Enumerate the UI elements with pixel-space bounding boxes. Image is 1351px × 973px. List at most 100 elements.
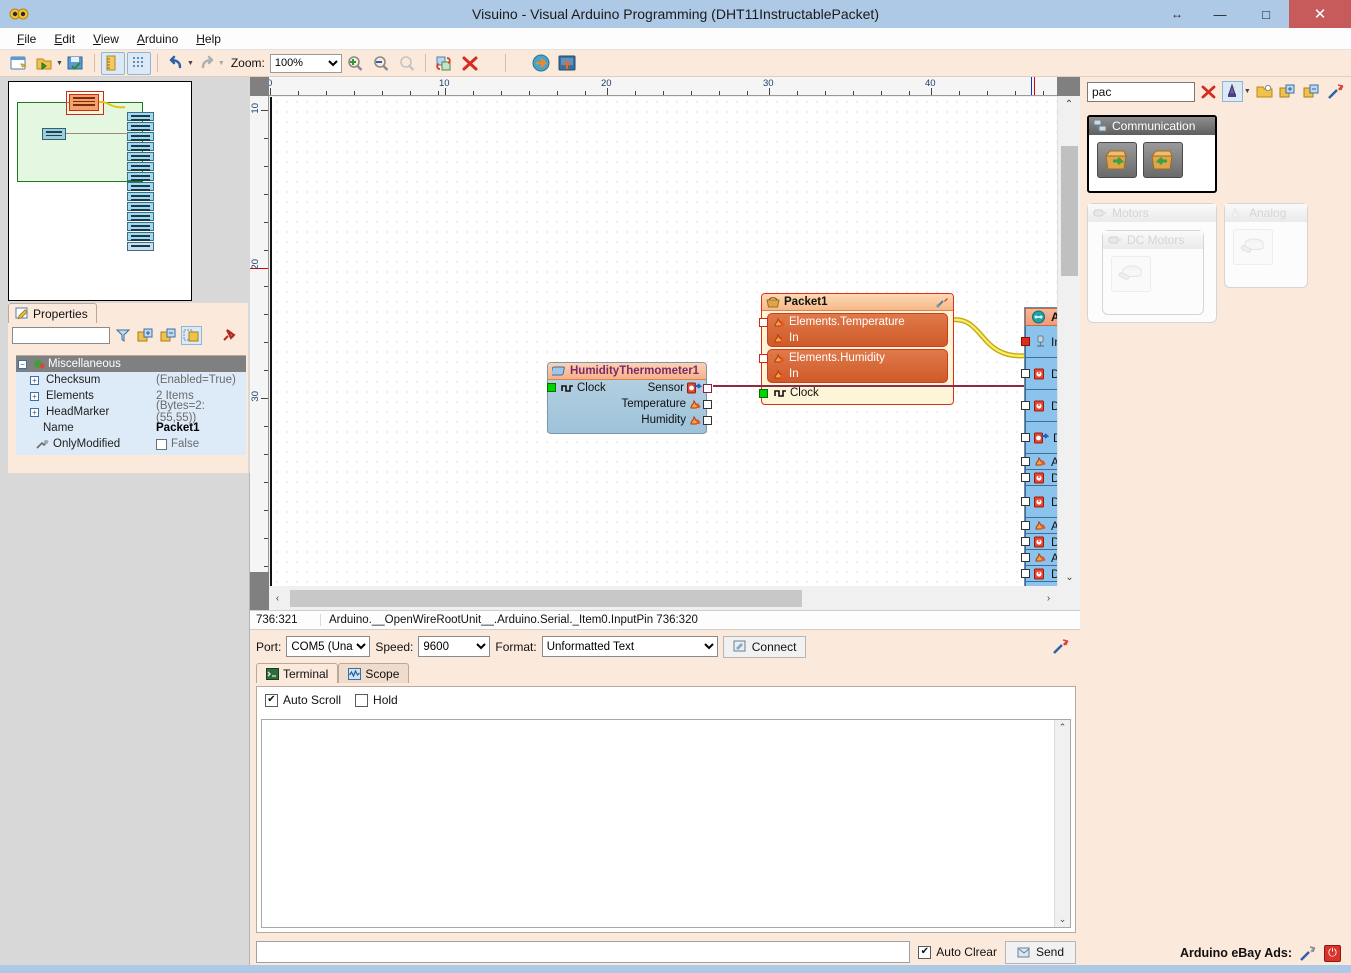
property-row-name[interactable]: Name Packet1	[16, 420, 246, 436]
arduino-pin-row[interactable]: Digit	[1025, 358, 1057, 390]
open-folder-icon[interactable]	[1254, 81, 1275, 102]
component-humiditythermometer1[interactable]: HumidityThermometer1 Clock Sensor	[547, 362, 707, 434]
property-row-checksum[interactable]: +Checksum (Enabled=True)	[16, 372, 246, 388]
expander-icon[interactable]: +	[30, 376, 39, 385]
scroll-right-icon[interactable]: ›	[1040, 593, 1057, 604]
format-select[interactable]: Unformatted Text	[542, 636, 718, 657]
pin-icon[interactable]	[218, 326, 239, 345]
property-row-onlymodified[interactable]: OnlyModified False	[16, 436, 246, 452]
close-button[interactable]: ✕	[1289, 0, 1351, 28]
compile-icon[interactable]	[529, 52, 553, 75]
new-project-icon[interactable]	[7, 52, 31, 75]
tab-scope[interactable]: Scope	[338, 663, 409, 683]
band-pin-row[interactable]: In	[768, 330, 947, 346]
arduino-pin-row[interactable]: Digit	[1025, 486, 1057, 518]
temperature-output-pin[interactable]	[703, 400, 712, 409]
humidity-output-pin[interactable]	[703, 416, 712, 425]
tab-properties[interactable]: Properties	[8, 303, 97, 323]
maximize-button[interactable]: □	[1243, 0, 1289, 28]
terminal-scroll-down-icon[interactable]: ⌄	[1059, 914, 1067, 925]
zoom-select[interactable]: 100%	[270, 54, 342, 73]
digital-pin[interactable]	[1021, 369, 1030, 378]
packet-element-temperature[interactable]: Elements.Temperature In	[767, 313, 948, 347]
digital-pin[interactable]	[1021, 569, 1030, 578]
humidity-temperature-row[interactable]: Temperature	[548, 396, 706, 412]
vertical-scroll-thumb[interactable]	[1061, 146, 1078, 276]
humidity-humidity-row[interactable]: Humidity	[548, 412, 706, 428]
canvas-horizontal-scrollbar[interactable]: ‹ ›	[269, 586, 1057, 610]
arduino-pin-row[interactable]: Digit	[1025, 534, 1057, 550]
group-expander-icon[interactable]: −	[18, 360, 27, 369]
terminal-text[interactable]	[262, 720, 1054, 927]
scroll-up-icon[interactable]: ⌃	[1058, 96, 1080, 113]
digital-pin[interactable]	[1021, 497, 1030, 506]
category-analog[interactable]: Analog	[1224, 203, 1308, 288]
arduino-pin-row[interactable]: Digit	[1025, 470, 1057, 486]
component-header[interactable]: HumidityThermometer1	[548, 363, 706, 380]
arduino-header[interactable]: Ard	[1025, 308, 1057, 326]
power-icon[interactable]: ⏻	[1324, 945, 1341, 962]
connect-button[interactable]: Connect	[723, 636, 807, 658]
h-scroll-track[interactable]	[286, 590, 1040, 607]
serial-options-wrench-icon[interactable]	[1052, 638, 1070, 655]
input-pin-humidity[interactable]	[759, 354, 768, 363]
wizard-icon[interactable]	[1222, 81, 1243, 102]
menu-arduino[interactable]: Arduino	[128, 30, 187, 48]
arduino-pin-row[interactable]: Digit	[1025, 390, 1057, 422]
send-input[interactable]	[256, 941, 910, 963]
motor-part-icon[interactable]	[1111, 256, 1151, 292]
ads-tools-icon[interactable]	[1299, 945, 1317, 962]
arduino-pin-row[interactable]: Anal	[1025, 454, 1057, 470]
band-pin-row[interactable]: In	[768, 366, 947, 382]
category-communication[interactable]: Communication	[1087, 115, 1217, 193]
digital-pin[interactable]	[1021, 537, 1030, 546]
analog-part-icon[interactable]	[1233, 229, 1273, 265]
collapse-all-icon[interactable]	[158, 326, 179, 345]
sensor-output-pin[interactable]	[703, 384, 712, 393]
restore-arrows-icon[interactable]: ↔	[1157, 0, 1197, 28]
terminal-scroll-up-icon[interactable]: ⌃	[1059, 722, 1067, 733]
analog-pin[interactable]	[1021, 457, 1030, 466]
packet-element-humidity[interactable]: Elements.Humidity In	[767, 349, 948, 383]
menu-edit[interactable]: Edit	[45, 30, 84, 48]
property-row-headmarker[interactable]: +HeadMarker (Bytes=2: (55,55))	[16, 404, 246, 420]
upload-icon[interactable]	[555, 52, 579, 75]
save-project-icon[interactable]	[64, 52, 88, 75]
open-project-icon[interactable]	[33, 52, 57, 75]
undo-dropdown-caret-icon[interactable]: ▼	[187, 60, 194, 67]
scroll-down-icon[interactable]: ⌄	[1058, 569, 1081, 586]
undo-icon[interactable]	[164, 52, 188, 75]
expand-all-icon[interactable]	[135, 326, 156, 345]
auto-scroll-checkbox[interactable]: ✔ Auto Scroll	[265, 693, 341, 707]
collapse-categories-icon[interactable]	[1301, 81, 1322, 102]
speed-select[interactable]: 9600	[418, 636, 490, 657]
open-dropdown-caret-icon[interactable]: ▼	[56, 60, 63, 67]
digital-out-pin[interactable]	[1021, 433, 1030, 442]
serial-in-pin[interactable]	[1021, 337, 1030, 346]
hold-checkbox[interactable]: Hold	[355, 693, 398, 707]
expand-categories-icon[interactable]	[1278, 81, 1299, 102]
auto-clear-box[interactable]: ✔	[918, 946, 931, 959]
zoom-in-icon[interactable]	[343, 52, 367, 75]
terminal-scrollbar[interactable]: ⌃ ⌄	[1054, 720, 1070, 927]
packet-clock-row[interactable]: Clock	[762, 385, 953, 401]
scroll-left-icon[interactable]: ‹	[269, 593, 286, 604]
port-select[interactable]: COM5 (Unava	[286, 636, 370, 657]
tools-icon[interactable]	[1325, 81, 1346, 102]
clock-input-pin[interactable]	[759, 389, 768, 398]
zoom-reset-icon[interactable]	[395, 52, 419, 75]
toolbox-search-input[interactable]	[1087, 82, 1195, 102]
input-pin-temperature[interactable]	[759, 318, 768, 327]
category-header[interactable]: Communication	[1089, 117, 1215, 135]
property-value[interactable]: False	[156, 438, 246, 450]
group-by-category-icon[interactable]	[181, 326, 202, 345]
properties-group-header[interactable]: − Miscellaneous	[16, 356, 246, 372]
digital-pin[interactable]	[1021, 473, 1030, 482]
refresh-icon[interactable]	[432, 52, 456, 75]
terminal-output[interactable]: ⌃ ⌄	[261, 719, 1071, 928]
zoom-out-icon[interactable]	[369, 52, 393, 75]
delete-icon[interactable]	[458, 52, 482, 75]
expander-icon[interactable]: +	[30, 408, 39, 417]
canvas-vertical-scrollbar[interactable]: ⌃ ⌄	[1057, 96, 1080, 586]
subcategory-dc-motors[interactable]: DC Motors	[1102, 230, 1204, 315]
